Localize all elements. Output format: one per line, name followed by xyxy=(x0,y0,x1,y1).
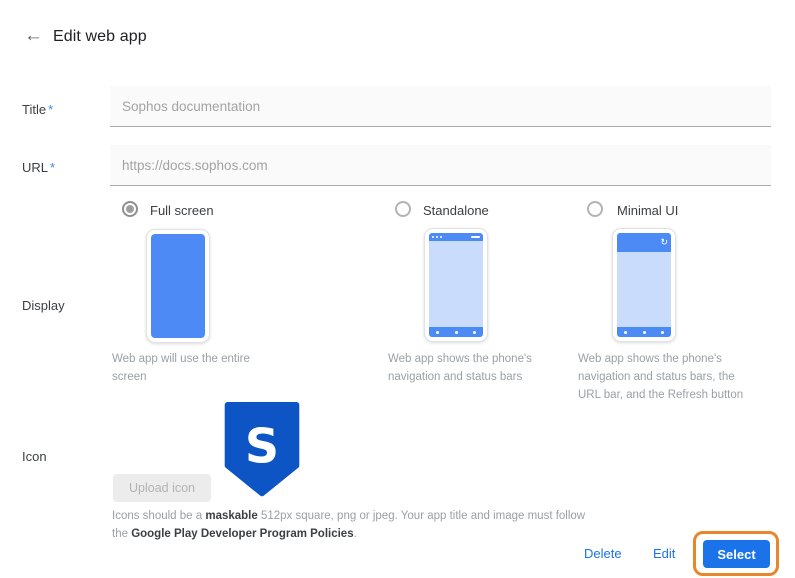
url-label-text: URL xyxy=(22,160,48,175)
phone-illustration-minimal-ui: ↻ xyxy=(612,228,676,342)
phone-illustration-standalone xyxy=(424,228,488,342)
radio-full-screen[interactable] xyxy=(122,201,138,217)
option-desc-minimal-ui: Web app shows the phone's navigation and… xyxy=(578,351,756,404)
battery-icon xyxy=(471,236,480,239)
radio-label-full-screen[interactable]: Full screen xyxy=(150,203,214,218)
phone-nav-bar xyxy=(617,327,671,337)
help-text-policies-link: Google Play Developer Program Policies xyxy=(131,528,353,540)
radio-minimal-ui[interactable] xyxy=(587,201,603,217)
phone-url-bar: ↻ xyxy=(617,233,671,252)
radio-label-minimal-ui[interactable]: Minimal UI xyxy=(617,203,678,218)
phone-screen xyxy=(151,234,205,338)
url-required-asterisk: * xyxy=(50,160,55,175)
option-desc-standalone: Web app shows the phone's navigation and… xyxy=(388,351,558,387)
option-desc-full-screen: Web app will use the entire screen xyxy=(112,351,272,387)
help-text-part: Icons should be a xyxy=(112,510,205,522)
help-text-part: . xyxy=(354,528,357,540)
select-button[interactable]: Select xyxy=(703,540,770,568)
page-title: Edit web app xyxy=(53,28,147,46)
icon-help-text: Icons should be a maskable 512px square,… xyxy=(112,507,592,544)
phone-status-bar xyxy=(429,233,483,241)
phone-screen xyxy=(429,241,483,327)
radio-label-standalone[interactable]: Standalone xyxy=(423,203,489,218)
title-label-text: Title xyxy=(22,102,46,117)
sophos-logo: S xyxy=(221,400,303,500)
phone-nav-bar xyxy=(429,327,483,337)
display-section-label: Display xyxy=(22,298,65,313)
phone-screen xyxy=(617,252,671,327)
phone-illustration-full-screen xyxy=(146,229,210,343)
help-text-maskable: maskable xyxy=(205,510,257,522)
url-field-label: URL* xyxy=(22,160,55,175)
title-field-label: Title* xyxy=(22,102,53,117)
status-dots-icon xyxy=(432,236,442,238)
back-icon[interactable]: ← xyxy=(24,26,43,45)
refresh-icon: ↻ xyxy=(660,238,668,247)
edit-button[interactable]: Edit xyxy=(653,546,675,561)
radio-standalone[interactable] xyxy=(395,201,411,217)
url-input[interactable] xyxy=(110,145,771,186)
svg-text:S: S xyxy=(245,419,279,474)
delete-button[interactable]: Delete xyxy=(584,546,622,561)
icon-section-label: Icon xyxy=(22,449,47,464)
title-input[interactable] xyxy=(110,86,771,127)
upload-icon-button[interactable]: Upload icon xyxy=(113,474,211,502)
title-required-asterisk: * xyxy=(48,102,53,117)
